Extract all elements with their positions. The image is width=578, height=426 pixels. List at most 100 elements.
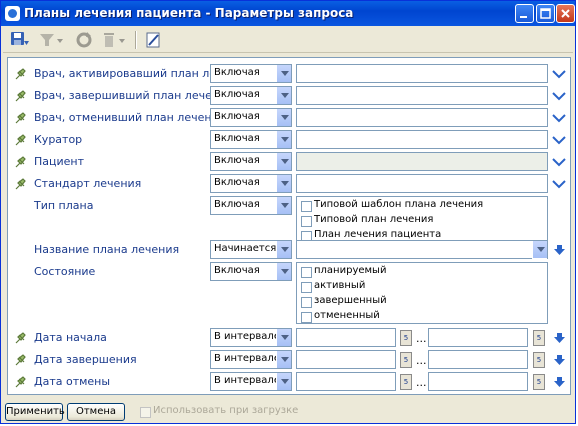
pin-icon[interactable] [14,90,26,102]
checkbox[interactable] [301,216,312,227]
checkbox[interactable] [301,312,312,323]
plan-type-list: Типовой шаблон плана лечения Типовой пла… [296,196,548,243]
save-button[interactable] [9,30,31,50]
row-label: Стандарт лечения [34,177,142,190]
checkbox[interactable] [301,201,312,212]
chevron-down-icon[interactable] [276,263,291,280]
chevron-down-icon[interactable] [276,197,291,214]
pin-icon[interactable] [14,112,26,124]
pin-icon[interactable] [14,332,26,344]
calendar-icon[interactable]: 5 [533,374,545,390]
title-bar[interactable]: Планы лечения пациента - Параметры запро… [1,1,575,26]
state-option[interactable]: отмененный [297,309,547,324]
value-input[interactable] [296,64,548,83]
checkbox[interactable] [301,282,312,293]
operator-select[interactable]: Включая [210,86,292,105]
filter-icon [40,34,63,46]
chevron-down-icon[interactable] [276,241,291,258]
value-input[interactable] [296,174,548,193]
plan-type-label: Тип плана [34,199,94,212]
filter-button[interactable] [37,30,65,50]
chevron-down-icon[interactable] [276,153,291,170]
operator-select[interactable]: Включая [210,108,292,127]
calendar-icon[interactable]: 5 [533,352,545,368]
cancel-button[interactable]: Отмена [67,403,125,421]
chevron-down-icon[interactable] [552,91,566,101]
state-operator-select[interactable]: Включая [210,262,292,281]
value-input[interactable] [296,86,548,105]
date-label: Дата отмены [34,375,111,388]
calendar-icon[interactable]: 5 [533,330,545,346]
edit-button[interactable] [143,30,165,50]
chevron-down-icon[interactable] [532,241,547,258]
plan-name-dropdown[interactable] [532,241,547,260]
operator-select[interactable]: Включая [210,64,292,83]
operator-select[interactable]: Включая [210,174,292,193]
date-operator-select[interactable]: В интервале [210,328,292,347]
value-input[interactable] [296,130,548,149]
delete-button[interactable] [99,30,127,50]
date-from-input[interactable] [296,372,396,391]
plan-name-combo[interactable] [296,240,548,260]
pin-icon[interactable] [14,156,26,168]
date-operator-select[interactable]: В интервале [210,350,292,369]
pin-icon[interactable] [14,178,26,190]
toolbar-separator [135,31,137,49]
chevron-down-icon[interactable] [552,135,566,145]
date-to-input[interactable] [428,350,528,369]
range-separator: ... [416,376,427,389]
apply-button[interactable]: Применить [5,403,65,421]
calendar-icon[interactable]: 5 [400,374,412,390]
date-operator-select[interactable]: В интервале [210,372,292,391]
plan-name-operator-select[interactable]: Начинается с [210,240,292,259]
save-icon [11,32,29,45]
chevron-down-icon[interactable] [552,179,566,189]
chevron-down-icon[interactable] [276,87,291,104]
chevron-down-icon[interactable] [276,65,291,82]
close-button[interactable] [556,4,575,23]
checkbox[interactable] [301,297,312,308]
date-to-input[interactable] [428,372,528,391]
chevron-down-icon[interactable] [276,351,291,368]
plan-type-option[interactable]: Типовой шаблон плана лечения [297,198,547,213]
arrow-down-icon[interactable] [554,377,565,387]
operator-select[interactable]: Включая [210,152,292,171]
chevron-down-icon[interactable] [276,175,291,192]
state-option[interactable]: планируемый [297,264,547,279]
refresh-button[interactable] [73,30,95,50]
date-from-input[interactable] [296,328,396,347]
pin-icon[interactable] [14,354,26,366]
checkbox[interactable] [301,267,312,278]
date-from-input[interactable] [296,350,396,369]
maximize-button[interactable] [536,4,555,23]
chevron-down-icon[interactable] [276,373,291,390]
calendar-icon[interactable]: 5 [400,330,412,346]
state-option[interactable]: завершенный [297,294,547,309]
app-icon [5,6,20,21]
state-option[interactable]: активный [297,279,547,294]
value-input[interactable] [296,108,548,127]
pin-icon[interactable] [14,376,26,388]
value-input[interactable] [296,152,548,171]
plan-type-operator-select[interactable]: Включая [210,196,292,215]
chevron-down-icon[interactable] [552,157,566,167]
minimize-button[interactable] [515,4,534,23]
plan-type-option[interactable]: Типовой план лечения [297,213,547,228]
arrow-down-icon[interactable] [554,333,565,343]
operator-select[interactable]: Включая [210,130,292,149]
chevron-down-icon[interactable] [276,131,291,148]
chevron-down-icon[interactable] [276,109,291,126]
chevron-down-icon[interactable] [276,329,291,346]
date-to-input[interactable] [428,328,528,347]
state-list: планируемый активный завершенный отменен… [296,262,548,324]
arrow-down-icon[interactable] [554,355,565,365]
arrow-down-icon[interactable] [554,245,565,255]
chevron-down-icon[interactable] [552,69,566,79]
query-parameters-window: Планы лечения пациента - Параметры запро… [0,0,576,424]
pin-icon[interactable] [14,134,26,146]
chevron-down-icon[interactable] [552,113,566,123]
calendar-icon[interactable]: 5 [400,352,412,368]
use-on-load-checkbox[interactable] [140,407,151,418]
pin-icon[interactable] [14,68,26,80]
query-form: Врач, активировавший план лечения Включа… [7,57,571,395]
